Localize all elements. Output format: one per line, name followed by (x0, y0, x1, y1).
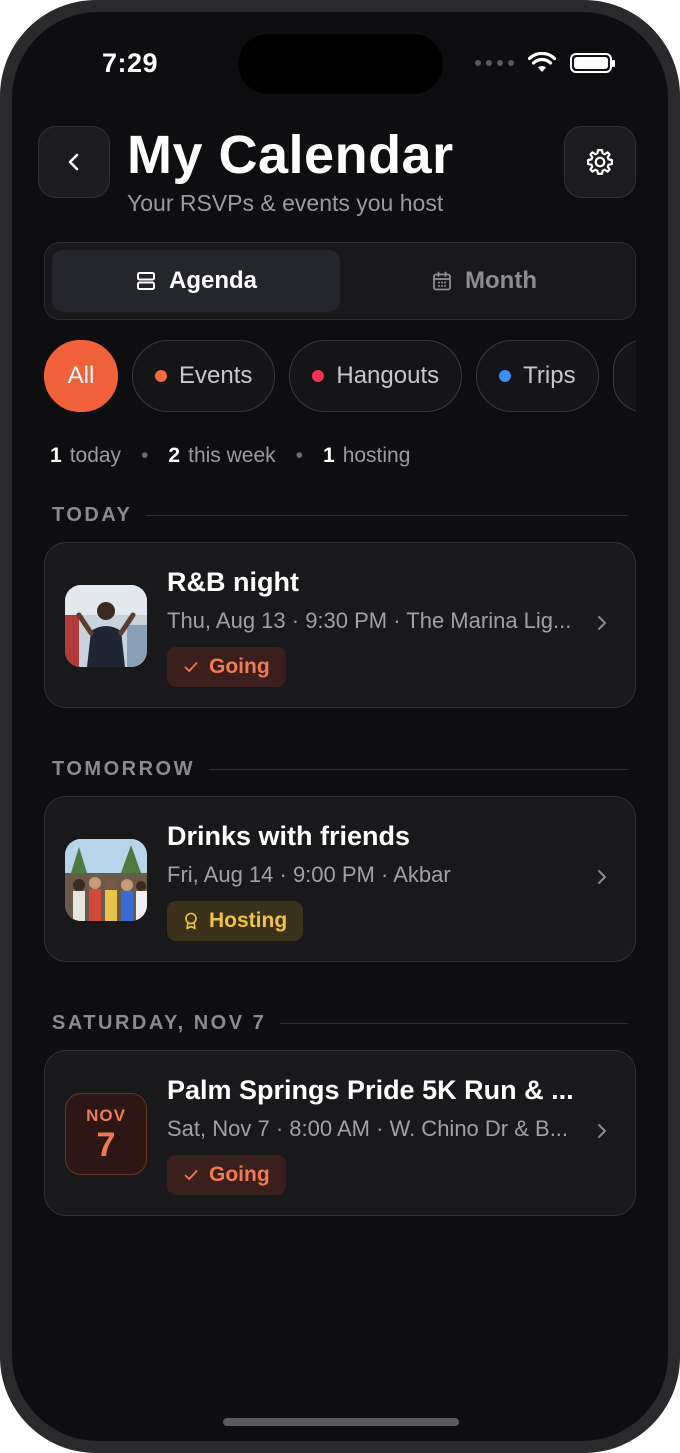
week-label: this week (188, 444, 276, 467)
trips-dot-icon (499, 370, 512, 382)
filter-chip-label: Hangouts (336, 362, 440, 389)
status-badge: Going (167, 647, 286, 687)
event-card[interactable]: Drinks with friends Fri, Aug 14 · 9:00 P… (44, 796, 636, 962)
status-badge: Going (167, 1155, 286, 1195)
date-day: 7 (96, 1126, 116, 1164)
battery-icon (570, 53, 615, 73)
section-heading: TOMORROW (52, 758, 195, 780)
section-header-tomorrow: TOMORROW (52, 758, 628, 781)
event-meta: Thu, Aug 13 · 9:30 PM · The Marina Lig..… (167, 608, 572, 633)
hosting-count: 1 (323, 444, 335, 467)
filter-chip-label: Events (179, 362, 253, 389)
page-subtitle: Your RSVPs & events you host (127, 190, 444, 216)
filter-chip-events[interactable]: Events (132, 340, 276, 412)
date-tile: NOV 7 (65, 1093, 147, 1175)
back-button[interactable] (38, 126, 110, 198)
settings-button[interactable] (564, 126, 636, 198)
event-card[interactable]: NOV 7 Palm Springs Pride 5K Run & ... Sa… (44, 1050, 636, 1216)
today-count: 1 (50, 444, 62, 467)
page-title: My Calendar (127, 125, 454, 185)
filter-chip-label: Trips (523, 362, 576, 389)
filter-chip-hangouts[interactable]: Hangouts (289, 340, 463, 412)
tab-month-label: Month (465, 267, 537, 294)
events-dot-icon (155, 370, 167, 382)
status-label: Going (209, 1163, 270, 1186)
chevron-right-icon (598, 1124, 606, 1138)
wifi-icon (528, 52, 556, 72)
home-indicator[interactable] (223, 1418, 459, 1426)
filter-chip-trips[interactable]: Trips (476, 340, 599, 412)
status-icons (475, 52, 615, 74)
section-heading: TODAY (52, 504, 133, 526)
tab-agenda[interactable]: Agenda (52, 250, 340, 312)
signal-icon (475, 60, 514, 66)
event-title: Drinks with friends (167, 821, 411, 851)
hosting-label: hosting (342, 444, 411, 467)
agenda-icon (136, 272, 155, 290)
status-label: Hosting (209, 909, 288, 932)
status-time: 7:29 (102, 48, 159, 78)
section-heading: SATURDAY, NOV 7 (52, 1012, 267, 1034)
event-title: Palm Springs Pride 5K Run & ... (167, 1075, 574, 1105)
view-toggle: Agenda Month (44, 242, 636, 320)
check-icon (184, 662, 198, 672)
hangouts-dot-icon (312, 370, 325, 382)
date-month: NOV (86, 1106, 126, 1125)
screen: 7:29 My Calendar Your RSVPs & events you… (12, 12, 668, 1441)
event-card[interactable]: R&B night Thu, Aug 13 · 9:30 PM · The Ma… (44, 542, 636, 708)
award-icon (185, 912, 197, 930)
tab-month[interactable]: Month (340, 250, 628, 312)
event-meta: Sat, Nov 7 · 8:00 AM · W. Chino Dr & B..… (167, 1116, 569, 1141)
event-thumbnail (65, 585, 147, 667)
filter-chips: All Events Hangouts Trips (44, 340, 636, 414)
event-meta: Fri, Aug 14 · 9:00 PM · Akbar (167, 862, 451, 887)
section-header-today: TODAY (52, 504, 628, 527)
chevron-right-icon (598, 616, 606, 630)
gear-icon (587, 149, 613, 175)
tab-agenda-label: Agenda (168, 267, 257, 294)
event-thumbnail (65, 839, 147, 921)
check-icon (184, 1170, 198, 1180)
status-badge: Hosting (167, 901, 304, 941)
calendar-icon (433, 271, 451, 291)
filter-chip-all[interactable]: All (44, 340, 118, 412)
chevron-right-icon (598, 870, 606, 884)
filter-chip-label: All (67, 362, 95, 389)
phone-frame: 7:29 My Calendar Your RSVPs & events you… (0, 0, 680, 1453)
chevron-left-icon (68, 153, 79, 171)
today-label: today (69, 444, 122, 467)
section-header-date: SATURDAY, NOV 7 (52, 1012, 628, 1035)
week-count: 2 (168, 444, 181, 467)
summary-stats: 1 today • 2 this week • 1 hosting (50, 444, 411, 467)
dynamic-island (238, 34, 443, 94)
status-label: Going (209, 655, 270, 678)
filter-chip-more[interactable] (612, 340, 636, 412)
event-title: R&B night (167, 567, 299, 597)
